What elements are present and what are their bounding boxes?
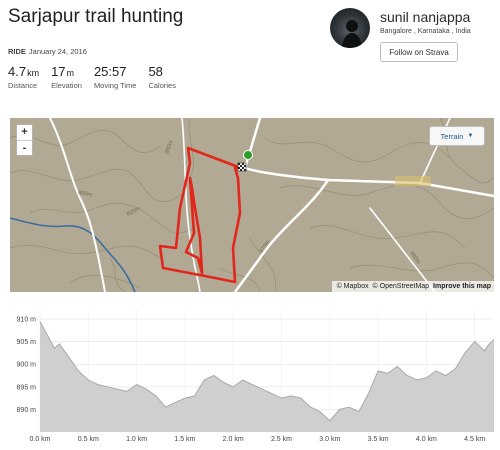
y-axis-ticks: 890 m 895 m 900 m 905 m 910 m [17, 317, 37, 414]
stat-label: Calories [148, 81, 176, 90]
map-layer-dropdown[interactable]: Terrain ▼ [429, 126, 485, 146]
stat-unit: km [27, 68, 40, 78]
stat-label: Moving Time [93, 81, 137, 90]
stat-label: Distance [8, 81, 38, 90]
osm-attribution-link[interactable]: © OpenStreetMap [373, 283, 430, 290]
stat-label: Elevation [51, 81, 82, 90]
stat-value: 17 [51, 64, 66, 79]
improve-map-link[interactable]: Improve this map [433, 283, 491, 290]
zoom-out-button[interactable]: - [17, 140, 32, 155]
y-tick-label: 905 m [17, 339, 37, 346]
zoom-control: + - [16, 124, 33, 156]
stat-unit: m [66, 68, 75, 78]
stat-elevation: 17m Elevation [51, 64, 82, 90]
y-tick-label: 895 m [17, 384, 37, 391]
x-tick-label: 1.0 km [126, 436, 147, 443]
avatar-silhouette-icon [342, 20, 362, 48]
landuse-patch [395, 176, 431, 186]
follow-button[interactable]: Follow on Strava [380, 42, 458, 62]
stat-distance: 4.7km Distance [8, 64, 39, 90]
chevron-down-icon: ▼ [467, 133, 474, 139]
x-tick-label: 0.0 km [29, 436, 50, 443]
stat-value: 25:57 [93, 64, 127, 79]
athlete-avatar[interactable] [330, 8, 370, 48]
elevation-chart[interactable]: 890 m 895 m 900 m 905 m 910 m 0.0 km 0.5 km 1.… [0, 300, 500, 448]
x-tick-label: 1.5 km [174, 436, 195, 443]
activity-date: January 24, 2016 [28, 47, 87, 56]
map-canvas: 860m 800m 820m 870m 860m [10, 118, 494, 292]
stats-row: 4.7km Distance 17m Elevation 25:57 Movin… [8, 64, 188, 90]
elevation-area [40, 321, 494, 432]
stat-value: 58 [148, 64, 163, 79]
start-marker-icon[interactable] [243, 150, 253, 160]
mapbox-attribution-link[interactable]: © Mapbox [337, 283, 369, 290]
finish-flag-icon[interactable] [237, 162, 247, 172]
y-tick-label: 890 m [17, 407, 37, 414]
y-tick-label: 900 m [17, 362, 37, 369]
x-tick-label: 3.5 km [368, 436, 389, 443]
x-tick-label: 0.5 km [78, 436, 99, 443]
athlete-name[interactable]: sunil nanjappa [380, 9, 470, 25]
x-tick-label: 4.0 km [416, 436, 437, 443]
map-layer-label: Terrain [440, 131, 464, 141]
y-tick-label: 910 m [17, 317, 37, 324]
x-tick-label: 2.5 km [271, 436, 292, 443]
activity-meta: RIDE January 24, 2016 [8, 47, 87, 56]
zoom-in-button[interactable]: + [17, 125, 32, 140]
x-tick-label: 3.0 km [319, 436, 340, 443]
route-map[interactable]: 860m 800m 820m 870m 860m + - Terrain ▼ © … [10, 118, 494, 292]
x-tick-label: 2.0 km [223, 436, 244, 443]
x-axis-ticks: 0.0 km 0.5 km 1.0 km 1.5 km 2.0 km 2.5 km 3.0 … [29, 436, 485, 443]
x-tick-label: 4.5 km [464, 436, 485, 443]
stat-moving-time: 25:57 Moving Time [94, 64, 137, 90]
activity-title: Sarjapur trail hunting [8, 6, 184, 27]
activity-type: RIDE [8, 47, 26, 56]
athlete-location: Bangalore , Karnataka , India [380, 28, 471, 35]
stat-calories: 58 Calories [148, 64, 176, 90]
map-attribution: © Mapbox © OpenStreetMap Improve this ma… [331, 281, 494, 292]
stat-value: 4.7 [8, 64, 27, 79]
